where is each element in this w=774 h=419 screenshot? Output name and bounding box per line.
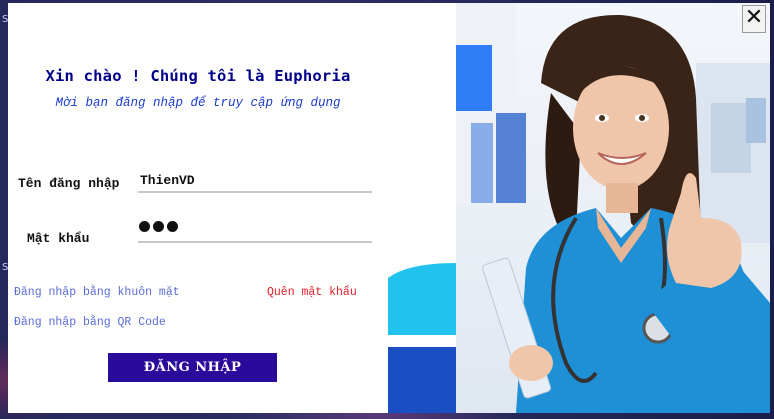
password-dot [153,221,164,232]
decorative-shapes [388,263,456,413]
password-dot [167,221,178,232]
password-dot [139,221,150,232]
forgot-password-link[interactable]: Quên mật khẩu [267,286,357,299]
username-label: Tên đăng nhập [18,176,120,191]
welcome-subtitle: Mời bạn đăng nhập để truy cập ứng dụng [55,96,341,110]
doctor-photo [456,3,770,413]
username-field[interactable] [138,169,372,193]
login-dialog: ✕ Xin chào ! Chúng tôi là Euphoria Mời b… [8,3,770,413]
password-label: Mật khẩu [27,231,90,246]
login-button[interactable]: ĐĂNG NHẬP [108,353,277,382]
close-button[interactable]: ✕ [742,5,766,33]
face-login-link[interactable]: Đăng nhập bằng khuôn mặt [14,286,180,299]
password-mask [139,221,178,232]
welcome-title: Xin chào ! Chúng tôi là Euphoria [45,67,351,85]
smiling-doctor-icon [456,3,770,413]
close-icon: ✕ [744,5,764,30]
qr-login-link[interactable]: Đăng nhập bằng QR Code [14,316,166,329]
